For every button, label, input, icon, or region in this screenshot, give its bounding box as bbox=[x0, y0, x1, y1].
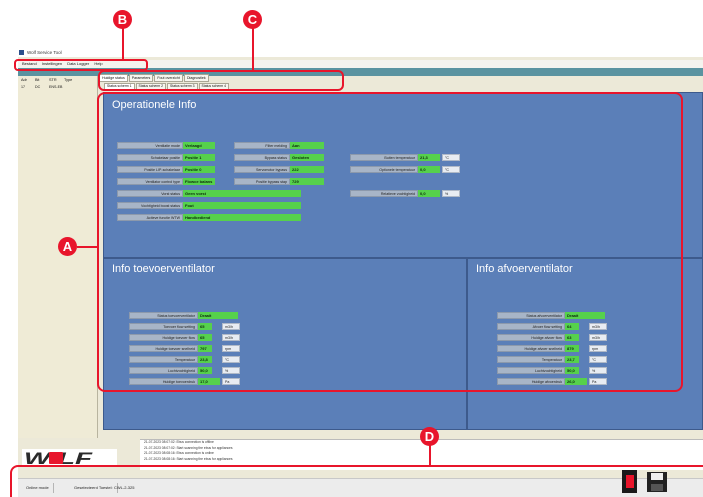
title-bar: Wolf Service Tool bbox=[18, 48, 703, 57]
annotation-box-c bbox=[98, 70, 344, 91]
annotation-badge-a: A bbox=[58, 237, 77, 256]
col-bit[interactable]: Bit bbox=[35, 78, 39, 82]
col-type[interactable]: Type bbox=[64, 78, 72, 82]
annotation-leader-b bbox=[122, 28, 124, 60]
annotation-leader-c bbox=[252, 28, 254, 71]
device-adr: 17 bbox=[21, 85, 25, 89]
annotation-box-a bbox=[97, 92, 683, 392]
col-str[interactable]: STR bbox=[49, 78, 57, 82]
annotation-box-d bbox=[10, 465, 703, 497]
annotation-badge-b: B bbox=[113, 10, 132, 29]
annotation-leader-a bbox=[77, 246, 98, 248]
annotation-badge-c: C bbox=[243, 10, 262, 29]
app-icon bbox=[19, 50, 24, 55]
device-str: ENS-EB bbox=[49, 85, 63, 89]
window-title: Wolf Service Tool bbox=[27, 50, 62, 55]
annotation-leader-d bbox=[429, 445, 431, 466]
annotation-badge-d: D bbox=[420, 427, 439, 446]
device-list-panel: Adr Bit STR Type 17 DC ENS-EB bbox=[18, 76, 98, 438]
log-line: 21-07-2023 08:08:16: Start scanning the … bbox=[144, 456, 233, 461]
col-adr[interactable]: Adr bbox=[21, 78, 27, 82]
device-bit: DC bbox=[35, 85, 41, 89]
